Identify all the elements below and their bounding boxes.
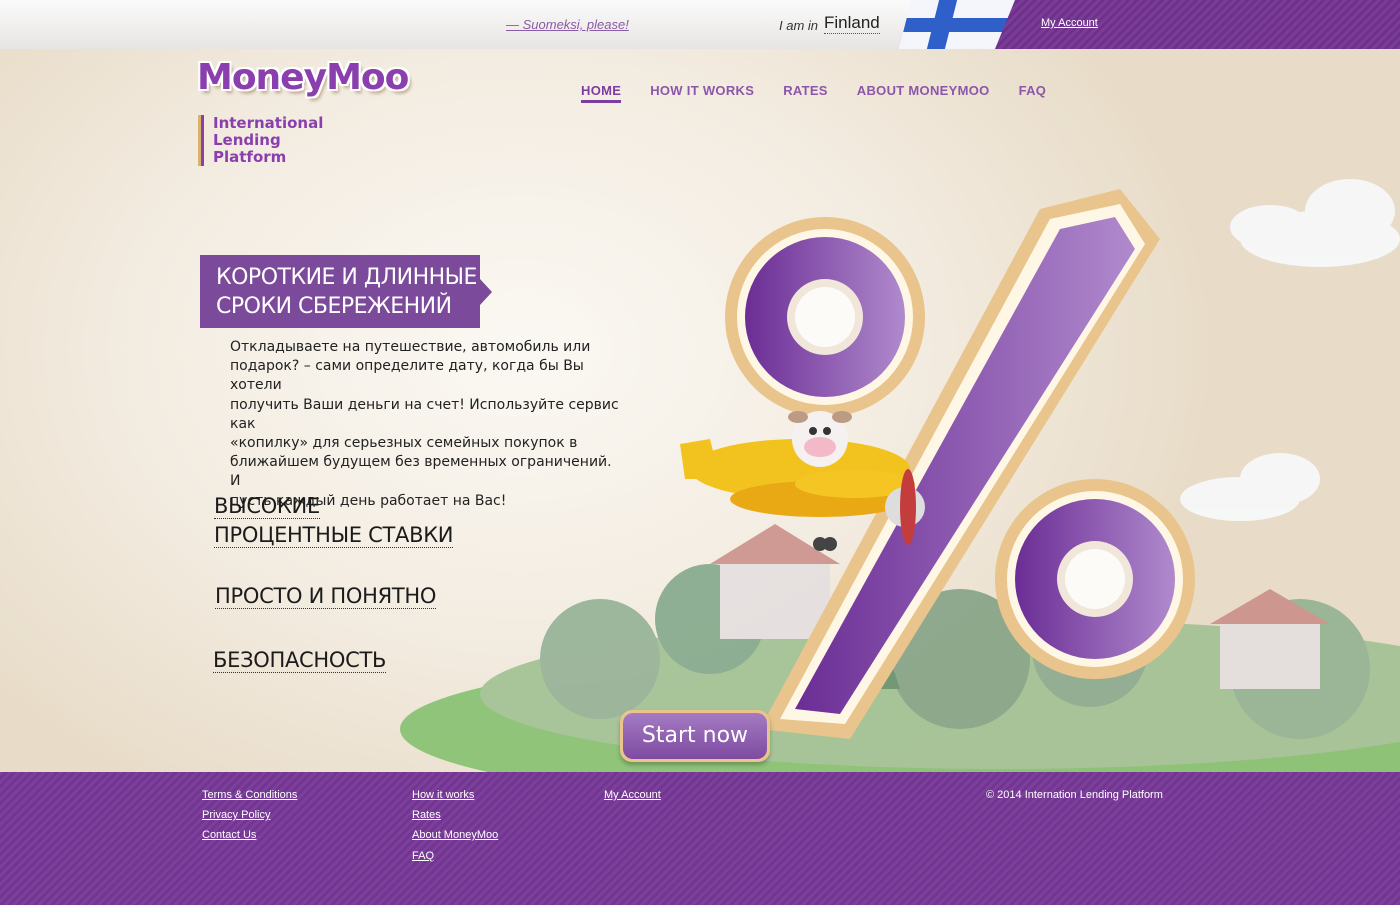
nav-rates[interactable]: RATES (783, 83, 828, 103)
tagline-line: Platform (213, 148, 287, 166)
feature-label: БЕЗОПАСНОСТЬ (213, 648, 387, 673)
country-selector[interactable]: Finland (824, 13, 880, 34)
footer-faq-link[interactable]: FAQ (412, 850, 434, 862)
description-line: получить Ваши деньги на счет! Используйт… (230, 396, 619, 432)
footer: Terms & Conditions Privacy Policy Contac… (0, 772, 1400, 905)
account-bar: My Account (995, 0, 1400, 49)
start-now-label: Start now (623, 713, 767, 759)
footer-terms-link[interactable]: Terms & Conditions (202, 789, 297, 801)
feature-simple-link[interactable]: ПРОСТО И ПОНЯТНО (215, 582, 436, 611)
nav-home[interactable]: HOME (581, 83, 622, 103)
footer-privacy-link[interactable]: Privacy Policy (202, 809, 270, 821)
start-now-button[interactable]: Start now (620, 710, 770, 762)
copyright: © 2014 Internation Lending Platform (986, 789, 1163, 801)
feature-security-link[interactable]: БЕЗОПАСНОСТЬ (213, 646, 386, 675)
footer-about-link[interactable]: About MoneyMoo (412, 829, 498, 841)
percent-top-circle (725, 217, 925, 417)
description-line: Откладываете на путешествие, автомобиль … (230, 339, 591, 355)
nav-how-it-works[interactable]: HOW IT WORKS (650, 83, 754, 103)
description-line: «копилку» для серьезных семейных покупок… (230, 435, 578, 452)
footer-contact-link[interactable]: Contact Us (202, 829, 256, 841)
tagline: International Lending Platform (198, 115, 323, 166)
feature-label: ПРОСТО И ПОНЯТНО (215, 584, 437, 609)
ribbon-line: КОРОТКИЕ И ДЛИННЫЕ (216, 265, 477, 290)
language-switch-link[interactable]: — Suomeksi, please! (506, 17, 629, 32)
tagline-line: International (213, 114, 324, 132)
nav-faq[interactable]: FAQ (1019, 83, 1047, 103)
ribbon-line: СРОКИ СБЕРЕЖЕНИЙ (216, 294, 452, 319)
hero-section: MoneyMoo International Lending Platform … (0, 49, 1400, 772)
description-line: ближайшем будущем без временных ограниче… (230, 454, 612, 490)
feature-label: ВЫСОКИЕ (214, 494, 320, 519)
footer-my-account-link[interactable]: My Account (604, 789, 661, 801)
location-prefix: I am in (779, 18, 819, 33)
main-nav: HOME HOW IT WORKS RATES ABOUT MONEYMOO F… (581, 83, 1075, 103)
description-line: подарок? – сами определите дату, когда б… (230, 358, 584, 394)
feature-high-rates-link[interactable]: ВЫСОКИЕ ПРОЦЕНТНЫЕ СТАВКИ (214, 492, 454, 550)
hero-description: Откладываете на путешествие, автомобиль … (230, 338, 625, 511)
footer-how-it-works-link[interactable]: How it works (412, 789, 474, 801)
tagline-line: Lending (213, 131, 281, 149)
moneymoo-logo[interactable]: MoneyMoo (197, 57, 409, 98)
footer-rates-link[interactable]: Rates (412, 809, 441, 821)
nav-about[interactable]: ABOUT MONEYMOO (857, 83, 990, 103)
percent-bottom-circle (995, 479, 1195, 679)
top-bar: — Suomeksi, please! I am in Finland My A… (0, 0, 1400, 49)
section-ribbon: КОРОТКИЕ И ДЛИННЫЕ СРОКИ СБЕРЕЖЕНИЙ (200, 255, 492, 328)
cloud-icon (1180, 179, 1400, 521)
my-account-link[interactable]: My Account (1041, 17, 1098, 29)
feature-label: ПРОЦЕНТНЫЕ СТАВКИ (214, 523, 454, 548)
